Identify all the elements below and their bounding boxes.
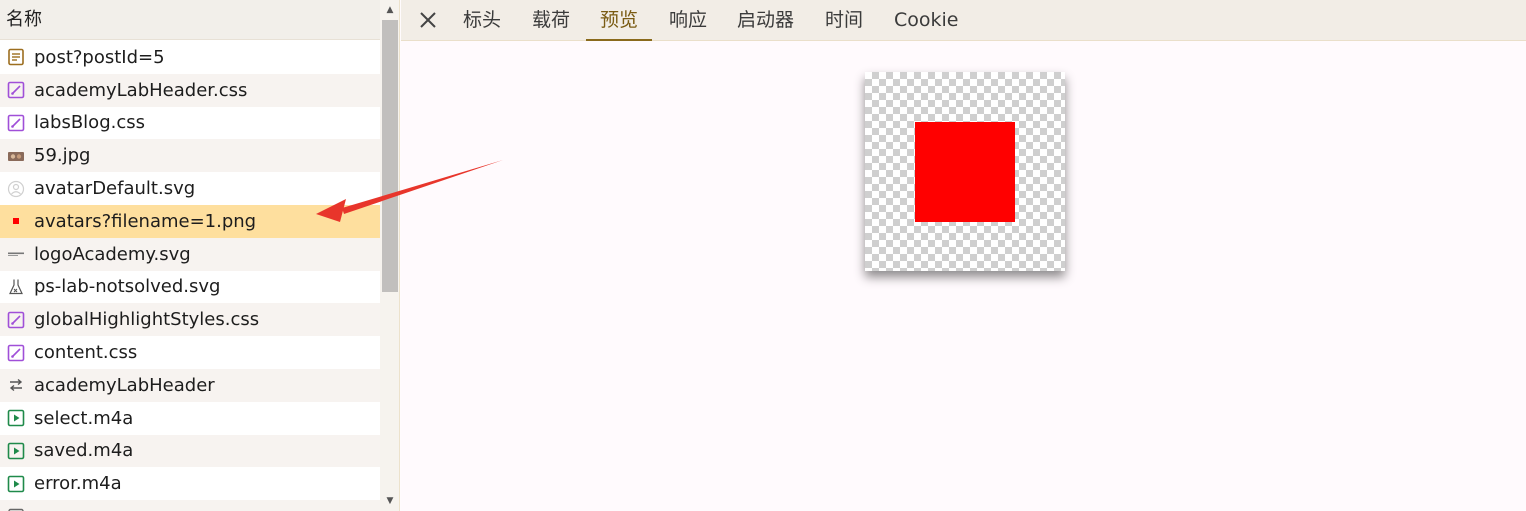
request-name: labsBlog.css (34, 112, 145, 134)
websocket-icon (6, 375, 26, 395)
request-name: avatars?filename=1.png (34, 210, 257, 232)
media-icon (6, 474, 26, 494)
request-row[interactable]: globalHighlightStyles.css (0, 303, 380, 337)
request-list-panel: 名称 post?postId=5 academyLabHeader.css la… (0, 0, 400, 511)
detail-tabbar: 标头 载荷 预览 响应 启动器 时间 Cookie (401, 0, 1526, 41)
request-row[interactable]: select.m4a (0, 401, 380, 435)
request-row[interactable]: 59.jpg (0, 139, 380, 173)
tab-payload[interactable]: 载荷 (532, 0, 570, 41)
request-row-partial[interactable] (0, 500, 380, 511)
request-row[interactable]: academyLabHeader (0, 368, 380, 402)
request-name: academyLabHeader.css (34, 79, 248, 101)
media-icon (6, 441, 26, 461)
request-name: globalHighlightStyles.css (34, 309, 260, 331)
scrollbar-thumb[interactable] (382, 20, 398, 292)
preview-red-square (915, 122, 1015, 222)
document-icon (6, 507, 26, 511)
request-row-selected[interactable]: avatars?filename=1.png (0, 204, 380, 238)
tab-headers[interactable]: 标头 (463, 0, 501, 41)
name-column-header[interactable]: 名称 (0, 0, 380, 40)
tab-preview[interactable]: 预览 (586, 0, 653, 41)
image-thumbnail-icon (6, 146, 26, 166)
request-row[interactable]: post?postId=5 (0, 41, 380, 74)
request-row[interactable]: ps-lab-notsolved.svg (0, 270, 380, 304)
request-row[interactable]: academyLabHeader.css (0, 73, 380, 107)
request-name: logoAcademy.svg (34, 243, 191, 265)
flask-icon (6, 277, 26, 297)
document-icon (6, 47, 26, 67)
request-name: 59.jpg (34, 145, 91, 167)
request-name: post?postId=5 (34, 46, 165, 68)
request-name: academyLabHeader (34, 374, 215, 396)
request-row[interactable]: error.m4a (0, 467, 380, 501)
avatar-icon (6, 179, 26, 199)
request-name: saved.m4a (34, 440, 134, 462)
tab-cookie[interactable]: Cookie (894, 0, 959, 41)
request-list: post?postId=5 academyLabHeader.css labsB… (0, 41, 380, 511)
stylesheet-icon (6, 80, 26, 100)
request-row[interactable]: avatarDefault.svg (0, 172, 380, 205)
request-name: content.css (34, 342, 138, 364)
tab-initiator[interactable]: 启动器 (737, 0, 794, 41)
request-name: ps-lab-notsolved.svg (34, 276, 221, 298)
tab-response[interactable]: 响应 (669, 0, 707, 41)
request-row[interactable]: saved.m4a (0, 434, 380, 468)
request-name: select.m4a (34, 407, 134, 429)
request-name: error.m4a (34, 473, 122, 495)
media-icon (6, 408, 26, 428)
tab-timing[interactable]: 时间 (825, 0, 863, 41)
request-row[interactable]: labsBlog.css (0, 106, 380, 140)
request-row[interactable]: content.css (0, 336, 380, 369)
stylesheet-icon (6, 310, 26, 330)
devtools-network-panel: 名称 post?postId=5 academyLabHeader.css la… (0, 0, 1526, 511)
detail-panel: 标头 载荷 预览 响应 启动器 时间 Cookie (401, 0, 1526, 511)
stylesheet-icon (6, 343, 26, 363)
request-row[interactable]: logoAcademy.svg (0, 237, 380, 271)
scroll-down-arrow-icon[interactable]: ▼ (380, 493, 399, 509)
stylesheet-icon (6, 113, 26, 133)
red-square-icon (6, 211, 26, 231)
scroll-up-arrow-icon[interactable]: ▲ (380, 2, 399, 18)
image-preview (865, 72, 1065, 271)
request-name: avatarDefault.svg (34, 178, 196, 200)
close-icon[interactable] (415, 7, 441, 33)
list-scrollbar[interactable]: ▲ ▼ (380, 0, 399, 511)
logo-icon (6, 244, 26, 264)
